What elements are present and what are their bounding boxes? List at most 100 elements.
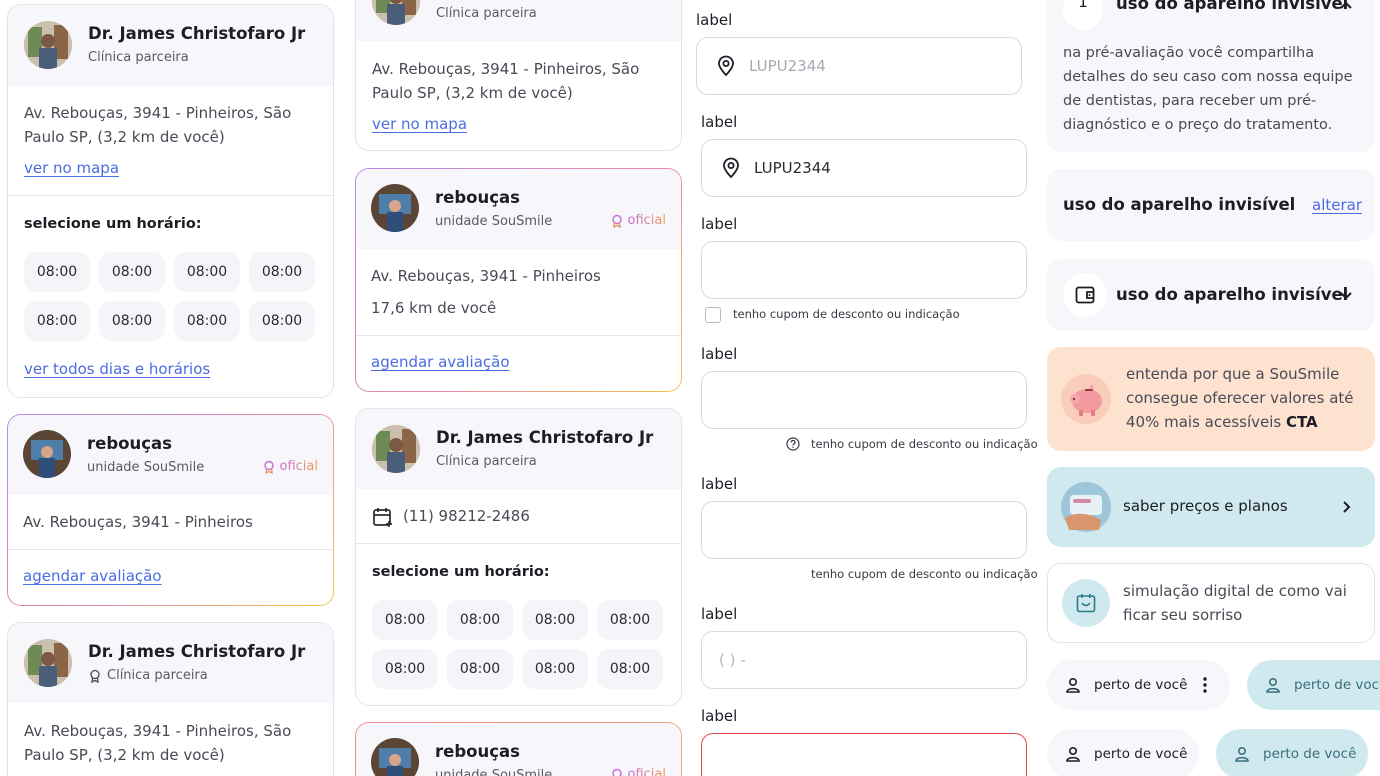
time-slot[interactable]: 08:00	[99, 252, 165, 292]
chevron-up-icon[interactable]	[1337, 0, 1355, 15]
select-time-label: selecione um horário:	[24, 216, 202, 232]
simulation-card[interactable]: simulação digital de como vai ficar seu …	[1047, 563, 1375, 643]
clinic-address: Av. Rebouças, 3941 - Pinheiros, São Paul…	[372, 60, 640, 102]
text-input[interactable]	[701, 371, 1027, 429]
coupon-text: tenho cupom de desconto ou indicação	[733, 307, 960, 321]
clinic-address: Av. Rebouças, 3941 - Pinheiros, São Paul…	[24, 722, 292, 764]
schedule-link[interactable]: agendar avaliação	[371, 353, 510, 371]
calendar-add-icon	[373, 508, 392, 527]
simulation-text: simulação digital de como vai ficar seu …	[1123, 582, 1347, 624]
promo-text-body: entenda por que a SouSmile consegue ofer…	[1126, 365, 1354, 431]
doctor-avatar	[372, 425, 420, 473]
unit-type: unidade SouSmile	[435, 768, 553, 776]
time-slot[interactable]: 08:00	[249, 301, 315, 341]
time-slot[interactable]: 08:00	[372, 649, 438, 689]
map-link[interactable]: ver no mapa	[24, 159, 119, 177]
time-slot[interactable]: 08:00	[522, 600, 588, 640]
time-slot[interactable]: 08:00	[597, 600, 663, 640]
accordion-closed[interactable]: uso do aparelho invisível	[1047, 259, 1375, 331]
official-badge: oficial	[262, 459, 318, 474]
time-slot[interactable]: 08:00	[372, 600, 438, 640]
field-label: label	[701, 475, 738, 493]
text-input-error[interactable]	[701, 733, 1027, 776]
time-slot[interactable]: 08:00	[99, 301, 165, 341]
unit-name: rebouças	[435, 188, 520, 207]
chip-label: perto de você	[1294, 677, 1380, 693]
piggy-bank-icon	[1061, 374, 1111, 424]
field-label: label	[701, 215, 738, 233]
clinic-card-partner: Clínica parceira Av. Rebouças, 3941 - Pi…	[355, 0, 682, 151]
badge-text: oficial	[628, 767, 666, 776]
unit-avatar	[371, 184, 419, 232]
doctor-name: Dr. James Christofaro Jr	[436, 428, 654, 447]
coupon-text[interactable]: tenho cupom de desconto ou indicação	[811, 567, 1038, 581]
map-link[interactable]: ver no mapa	[372, 115, 467, 133]
promo-cta[interactable]: CTA	[1286, 413, 1318, 431]
promo-text: entenda por que a SouSmile consegue ofer…	[1126, 362, 1362, 434]
location-chip[interactable]: perto de você	[1047, 660, 1230, 710]
time-slot[interactable]: 08:00	[597, 649, 663, 689]
accordion-title: uso do aparelho invisível	[1116, 0, 1349, 13]
help-circle-icon[interactable]	[786, 437, 800, 451]
chip-label: perto de você	[1094, 746, 1188, 762]
time-slot[interactable]: 08:00	[447, 600, 513, 640]
input-placeholder: ( ) -	[719, 651, 746, 669]
doctor-name: Dr. James Christofaro Jr	[88, 24, 306, 43]
input-value: LUPU2344	[754, 159, 831, 177]
time-slot[interactable]: 08:00	[174, 301, 240, 341]
official-badge: oficial	[610, 767, 666, 776]
unit-card-official[interactable]: rebouças unidade SouSmile oficial Av. Re…	[7, 414, 334, 606]
promo-banner[interactable]: entenda por que a SouSmile consegue ofer…	[1047, 347, 1375, 451]
divider	[8, 195, 333, 196]
all-days-link[interactable]: ver todos dias e horários	[24, 360, 210, 378]
text-input[interactable]	[701, 241, 1027, 299]
step-number-text: 1	[1078, 0, 1088, 11]
unit-name: rebouças	[87, 434, 172, 453]
time-slot[interactable]: 08:00	[24, 252, 90, 292]
field-label: label	[701, 707, 738, 725]
clinic-type: Clínica parceira	[436, 6, 537, 21]
field-label: label	[701, 345, 738, 363]
step-number: 1	[1063, 0, 1103, 30]
user-icon	[1266, 677, 1280, 693]
time-slot[interactable]: 08:00	[174, 252, 240, 292]
unit-distance: 17,6 km de você	[371, 299, 497, 317]
award-icon	[263, 460, 274, 474]
pricing-banner[interactable]: saber preços e planos	[1047, 467, 1375, 547]
time-slot[interactable]: 08:00	[249, 252, 315, 292]
location-input[interactable]: LUPU2344	[696, 37, 1022, 95]
user-icon	[1066, 677, 1080, 693]
location-chip-selected[interactable]: perto de você	[1216, 729, 1368, 776]
coupon-text[interactable]: tenho cupom de desconto ou indicação	[811, 437, 1038, 451]
input-placeholder: LUPU2344	[749, 57, 826, 75]
time-slot[interactable]: 08:00	[24, 301, 90, 341]
coupon-checkbox[interactable]	[705, 307, 721, 323]
time-slot[interactable]: 08:00	[447, 649, 513, 689]
clinic-address: Av. Rebouças, 3941 - Pinheiros, São Paul…	[24, 104, 292, 146]
unit-card-official[interactable]: rebouças unidade SouSmile oficial Av. Re…	[355, 168, 682, 392]
time-slot[interactable]: 08:00	[522, 649, 588, 689]
chevron-down-icon[interactable]	[1337, 286, 1355, 304]
location-chip[interactable]: perto de você	[1047, 729, 1199, 776]
summary-title: uso do aparelho invisível	[1063, 195, 1296, 214]
unit-card-official[interactable]: rebouças unidade SouSmile oficial	[355, 722, 682, 776]
schedule-link[interactable]: agendar avaliação	[23, 567, 162, 585]
change-link[interactable]: alterar	[1312, 196, 1362, 214]
location-chip-selected[interactable]: perto de você	[1247, 660, 1380, 710]
clinic-card-partner: Dr. James Christofaro Jr Clínica parceir…	[7, 622, 334, 776]
clinic-type: Clínica parceira	[436, 454, 537, 469]
divider	[8, 549, 333, 550]
phone-number[interactable]: (11) 98212-2486	[403, 504, 530, 528]
clinic-card-partner: Dr. James Christofaro Jr Clínica parceir…	[7, 4, 334, 398]
official-badge: oficial	[610, 213, 666, 228]
smile-icon-wrap	[1062, 579, 1110, 627]
location-input[interactable]: LUPU2344	[701, 139, 1027, 197]
text-input[interactable]	[701, 501, 1027, 559]
clinic-card-partner: Dr. James Christofaro Jr Clínica parceir…	[355, 408, 682, 706]
badge-text: oficial	[279, 459, 318, 474]
unit-avatar	[23, 430, 71, 478]
phone-input[interactable]: ( ) -	[701, 631, 1027, 689]
more-vertical-icon[interactable]	[1199, 676, 1211, 694]
user-icon	[1066, 746, 1080, 762]
unit-name: rebouças	[435, 742, 520, 761]
